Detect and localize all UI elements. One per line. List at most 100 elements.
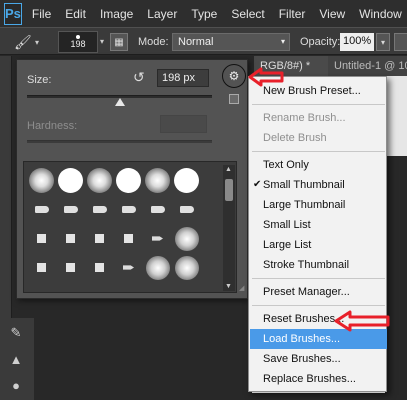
stroke-brush-icon bbox=[179, 206, 194, 213]
options-bar: 🖌 ▾ 198 ▾ ▦ Mode: Normal ▾ Opacity: 100%… bbox=[0, 27, 407, 55]
tools-panel-bottom: ✎ ▲ ● bbox=[0, 318, 34, 400]
brush-preset-square[interactable] bbox=[56, 282, 85, 292]
menu-view[interactable]: View bbox=[319, 7, 345, 21]
brush-preset-soft[interactable] bbox=[27, 166, 56, 195]
brush-preset-square[interactable] bbox=[56, 253, 85, 282]
menu-item-load-brushes[interactable]: Load Brushes... bbox=[250, 329, 387, 349]
menu-item-stroke-thumbnail[interactable]: Stroke Thumbnail bbox=[250, 255, 387, 275]
soft-brush-icon bbox=[145, 168, 170, 193]
resize-grip-icon[interactable]: ◢ bbox=[239, 284, 247, 292]
annotation-arrow-load-brushes-icon bbox=[334, 310, 390, 332]
mode-select[interactable]: Normal ▾ bbox=[172, 33, 290, 51]
scroll-up-icon[interactable]: ▲ bbox=[225, 166, 232, 173]
gear-icon[interactable]: ⚙ bbox=[222, 64, 246, 88]
tab-document-2[interactable]: Untitled-1 @ 10 bbox=[328, 56, 407, 76]
menu-item-rename-brush: Rename Brush... bbox=[250, 108, 387, 128]
brush-preset-stroke[interactable] bbox=[172, 195, 201, 224]
paint-bucket-icon[interactable]: ▲ bbox=[4, 348, 28, 370]
brush-preset-square[interactable] bbox=[85, 224, 114, 253]
new-preset-icon[interactable] bbox=[229, 94, 239, 104]
brush-preset-square[interactable] bbox=[27, 282, 56, 292]
brush-preset-bar[interactable] bbox=[172, 282, 201, 292]
brush-preset-stroke[interactable] bbox=[27, 195, 56, 224]
brush-preset-square[interactable] bbox=[114, 224, 143, 253]
brush-tool-alt-icon[interactable]: ✎ bbox=[4, 322, 28, 344]
brush-preset-big-soft[interactable] bbox=[172, 253, 201, 282]
size-slider-thumb[interactable] bbox=[114, 98, 125, 106]
menu-item-label: Save Brushes... bbox=[263, 353, 341, 365]
opacity-label: Opacity: bbox=[300, 36, 341, 48]
brush-preset-hard[interactable] bbox=[56, 166, 85, 195]
brush-preset-bar[interactable]: 25 bbox=[114, 282, 143, 292]
reset-size-icon[interactable]: ↺ bbox=[133, 69, 145, 86]
brush-preset-bar[interactable] bbox=[85, 282, 114, 292]
menu-item-text-only[interactable]: Text Only bbox=[250, 155, 387, 175]
menu-item-label: Reset Brushes... bbox=[263, 313, 345, 325]
brush-picker-chevron-icon[interactable]: ▾ bbox=[100, 37, 104, 46]
menu-item-replace-brushes[interactable]: Replace Brushes... bbox=[250, 369, 387, 389]
square-brush-icon bbox=[66, 234, 75, 243]
menu-item-basic-brushes[interactable]: Basic Brushes bbox=[250, 396, 387, 400]
brush-preset-stroke[interactable] bbox=[56, 195, 85, 224]
blur-tool-icon[interactable]: ● bbox=[4, 374, 28, 396]
brush-preset-big-soft[interactable] bbox=[143, 253, 172, 282]
menu-item-label: Text Only bbox=[263, 159, 309, 171]
brush-preset-bar[interactable] bbox=[143, 224, 172, 253]
brush-preset-square[interactable] bbox=[56, 224, 85, 253]
brush-preset-big-soft[interactable] bbox=[172, 224, 201, 253]
brush-panel-toggle-icon[interactable]: ▦ bbox=[110, 33, 128, 51]
stroke-brush-icon bbox=[34, 206, 49, 213]
menu-item-save-brushes[interactable]: Save Brushes... bbox=[250, 349, 387, 369]
brush-preset-soft[interactable] bbox=[143, 166, 172, 195]
menu-item-label: Stroke Thumbnail bbox=[263, 259, 350, 271]
brush-preset-hard[interactable] bbox=[114, 166, 143, 195]
menu-edit[interactable]: Edit bbox=[65, 7, 86, 21]
brush-preset-stroke[interactable] bbox=[114, 195, 143, 224]
brush-preset-stroke[interactable] bbox=[85, 195, 114, 224]
brush-preset-square[interactable] bbox=[27, 224, 56, 253]
brush-tool-icon[interactable]: 🖌 bbox=[14, 34, 32, 51]
menu-separator bbox=[252, 305, 385, 306]
menu-item-small-thumbnail[interactable]: ✔ Small Thumbnail bbox=[250, 175, 387, 195]
brush-preset-soft[interactable] bbox=[85, 166, 114, 195]
menu-item-label: Large List bbox=[263, 239, 312, 251]
menu-item-label: Load Brushes... bbox=[263, 333, 341, 345]
brush-preset-bar[interactable] bbox=[114, 253, 143, 282]
menu-item-large-thumbnail[interactable]: Large Thumbnail bbox=[250, 195, 387, 215]
mode-value: Normal bbox=[178, 36, 214, 48]
brush-preset-stroke[interactable] bbox=[143, 195, 172, 224]
big-soft-brush-icon bbox=[145, 255, 170, 280]
menu-separator bbox=[252, 151, 385, 152]
pressure-opacity-icon[interactable] bbox=[394, 33, 407, 51]
size-input[interactable]: 198 px bbox=[157, 69, 209, 87]
menu-layer[interactable]: Layer bbox=[147, 7, 177, 21]
annotation-arrow-gear-icon bbox=[248, 67, 284, 87]
menu-file[interactable]: File bbox=[32, 7, 51, 21]
menu-item-small-list[interactable]: Small List bbox=[250, 215, 387, 235]
menu-item-preset-manager[interactable]: Preset Manager... bbox=[250, 282, 387, 302]
brush-preset-square[interactable] bbox=[27, 253, 56, 282]
brush-grid-scrollbar[interactable]: ▲ ▼ bbox=[223, 165, 235, 291]
tool-preset-chevron-icon[interactable]: ▾ bbox=[35, 38, 39, 47]
menu-item-label: Small List bbox=[263, 219, 311, 231]
menu-type[interactable]: Type bbox=[191, 7, 217, 21]
menu-window[interactable]: Window bbox=[359, 7, 402, 21]
scroll-thumb[interactable] bbox=[225, 179, 233, 201]
brush-preset-bar[interactable]: 50 bbox=[143, 282, 172, 292]
big-soft-brush-icon bbox=[174, 226, 199, 251]
opacity-slider-chevron-icon[interactable]: ▾ bbox=[376, 33, 390, 51]
brush-preset-picker-button[interactable]: 198 bbox=[58, 31, 98, 53]
menu-filter[interactable]: Filter bbox=[279, 7, 306, 21]
brush-preset-hard[interactable] bbox=[172, 166, 201, 195]
brush-preset-square[interactable] bbox=[85, 253, 114, 282]
opacity-input[interactable]: 100% bbox=[340, 33, 374, 51]
menu-separator bbox=[252, 278, 385, 279]
scroll-down-icon[interactable]: ▼ bbox=[225, 283, 232, 290]
square-brush-icon bbox=[95, 263, 104, 272]
menu-item-large-list[interactable]: Large List bbox=[250, 235, 387, 255]
menu-select[interactable]: Select bbox=[231, 7, 264, 21]
hard-brush-icon bbox=[174, 168, 199, 193]
menu-image[interactable]: Image bbox=[100, 7, 133, 21]
brush-grid: 2550 bbox=[27, 166, 207, 292]
bar-brush-icon bbox=[152, 236, 163, 241]
